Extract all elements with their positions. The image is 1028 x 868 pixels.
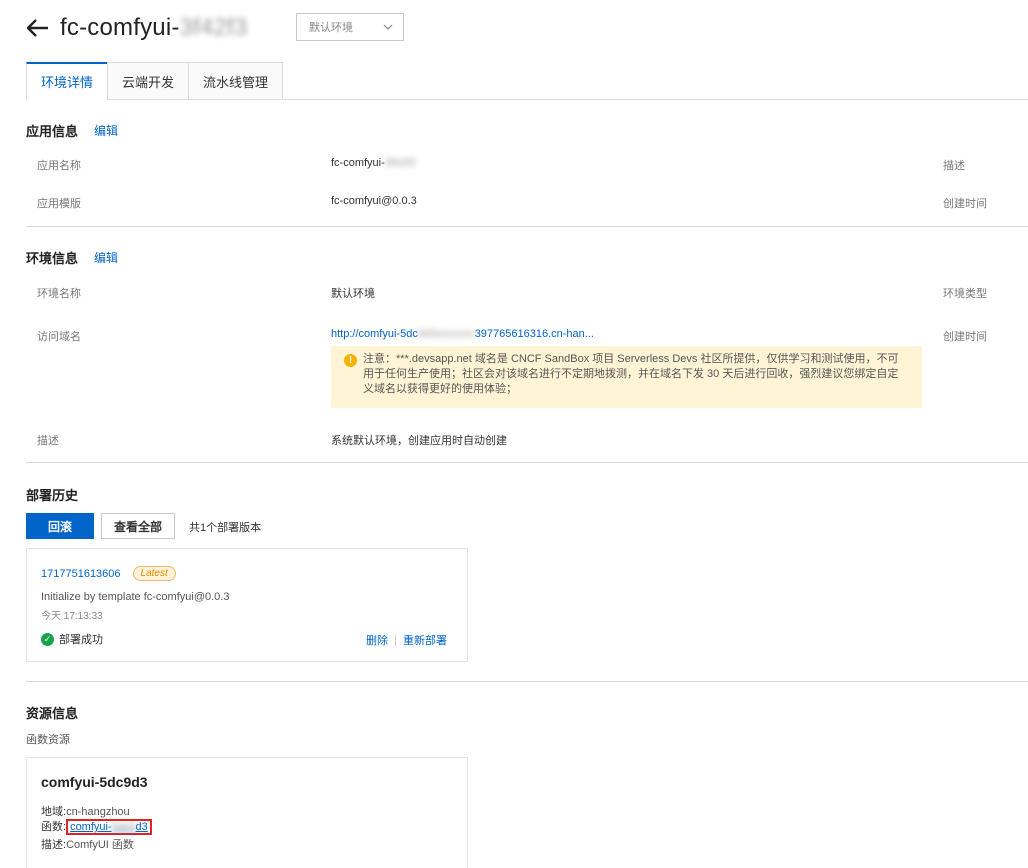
env-type-label: 环境类型	[943, 288, 987, 300]
page-header: fc-comfyui-3f42f3	[26, 12, 247, 44]
domain-notice-text: 注意：***.devsapp.net 域名是 CNCF SandBox 项目 S…	[363, 353, 899, 395]
app-desc-label: 描述	[943, 160, 965, 172]
delete-deployment-link[interactable]: 删除	[366, 632, 388, 648]
function-desc-value: ComfyUI 函数	[66, 839, 134, 851]
tab-bar: 环境详情 云端开发 流水线管理	[26, 62, 284, 100]
function-name-blurred: 5dc9	[111, 821, 136, 833]
success-check-icon: ✓	[41, 632, 54, 646]
tab-pipeline-management[interactable]: 流水线管理	[188, 62, 284, 100]
section-divider	[26, 226, 1028, 227]
domain-link[interactable]: http://comfyui-5dc9d3xxxxxxx397765616316…	[331, 328, 594, 340]
function-link[interactable]: comfyui-5dc9d3	[66, 819, 152, 835]
domain-label: 访问域名	[37, 331, 81, 343]
app-name-label: 应用名称	[37, 160, 81, 172]
app-template-label: 应用模版	[37, 198, 81, 210]
action-separator	[395, 634, 396, 646]
domain-notice: ! 注意：***.devsapp.net 域名是 CNCF SandBox 项目…	[331, 346, 922, 408]
app-info-title: 应用信息	[26, 124, 79, 139]
environment-select-value: 默认环境	[309, 22, 353, 34]
deployment-time: 今天 17:13:33	[41, 611, 103, 622]
app-info-edit-link[interactable]: 编辑	[94, 122, 118, 139]
domain-blurred: 9d3xxxxxxx	[417, 328, 475, 340]
section-divider	[26, 462, 1028, 463]
app-created-label: 创建时间	[943, 198, 987, 210]
deployment-status: 部署成功	[59, 634, 103, 646]
env-desc-value: 系统默认环境，创建应用时自动创建	[331, 435, 507, 447]
deployment-card: 1717751613606 Latest Initialize by templ…	[26, 548, 468, 662]
function-desc-row: 描述:ComfyUI 函数	[41, 839, 134, 851]
back-arrow-icon[interactable]	[26, 16, 50, 40]
section-divider	[26, 681, 1028, 682]
deployment-version-link[interactable]: 1717751613606	[41, 568, 121, 580]
tab-cloud-development[interactable]: 云端开发	[107, 62, 189, 100]
app-template-value: fc-comfyui@0.0.3	[331, 195, 417, 207]
page-title: fc-comfyui-3f42f3	[60, 14, 248, 41]
region-value: cn-hangzhou	[66, 806, 130, 818]
app-name-blurred: 3f42f3	[384, 157, 416, 169]
title-blurred-suffix: 3f42f3	[179, 14, 248, 41]
env-name-label: 环境名称	[37, 288, 81, 300]
app-name-value: fc-comfyui-3f42f3	[331, 157, 416, 169]
function-resource-card: comfyui-5dc9d3 地域:cn-hangzhou 函数: comfyui…	[26, 757, 468, 868]
warning-icon: !	[344, 354, 357, 367]
resources-title: 资源信息	[26, 706, 79, 721]
function-row: 函数: comfyui-5dc9d3	[41, 818, 152, 835]
env-info-edit-link[interactable]: 编辑	[94, 249, 118, 266]
deploy-count-text: 共1个部署版本	[189, 522, 262, 534]
tab-environment-details[interactable]: 环境详情	[26, 62, 108, 100]
function-resources-subtitle: 函数资源	[26, 734, 70, 746]
env-info-title: 环境信息	[26, 251, 79, 266]
rollback-button[interactable]: 回滚	[26, 513, 94, 539]
env-created-label: 创建时间	[943, 331, 987, 343]
chevron-down-icon	[383, 22, 393, 34]
latest-badge: Latest	[132, 566, 176, 581]
environment-select[interactable]: 默认环境	[296, 13, 404, 41]
deployment-message: Initialize by template fc-comfyui@0.0.3	[41, 591, 230, 603]
function-resource-name: comfyui-5dc9d3	[41, 774, 148, 790]
region-row: 地域:cn-hangzhou	[41, 806, 130, 818]
view-all-button[interactable]: 查看全部	[101, 513, 175, 539]
redeploy-link[interactable]: 重新部署	[403, 632, 447, 648]
env-desc-label: 描述	[37, 435, 59, 447]
deploy-history-title: 部署历史	[26, 488, 79, 503]
env-name-value: 默认环境	[331, 288, 375, 300]
